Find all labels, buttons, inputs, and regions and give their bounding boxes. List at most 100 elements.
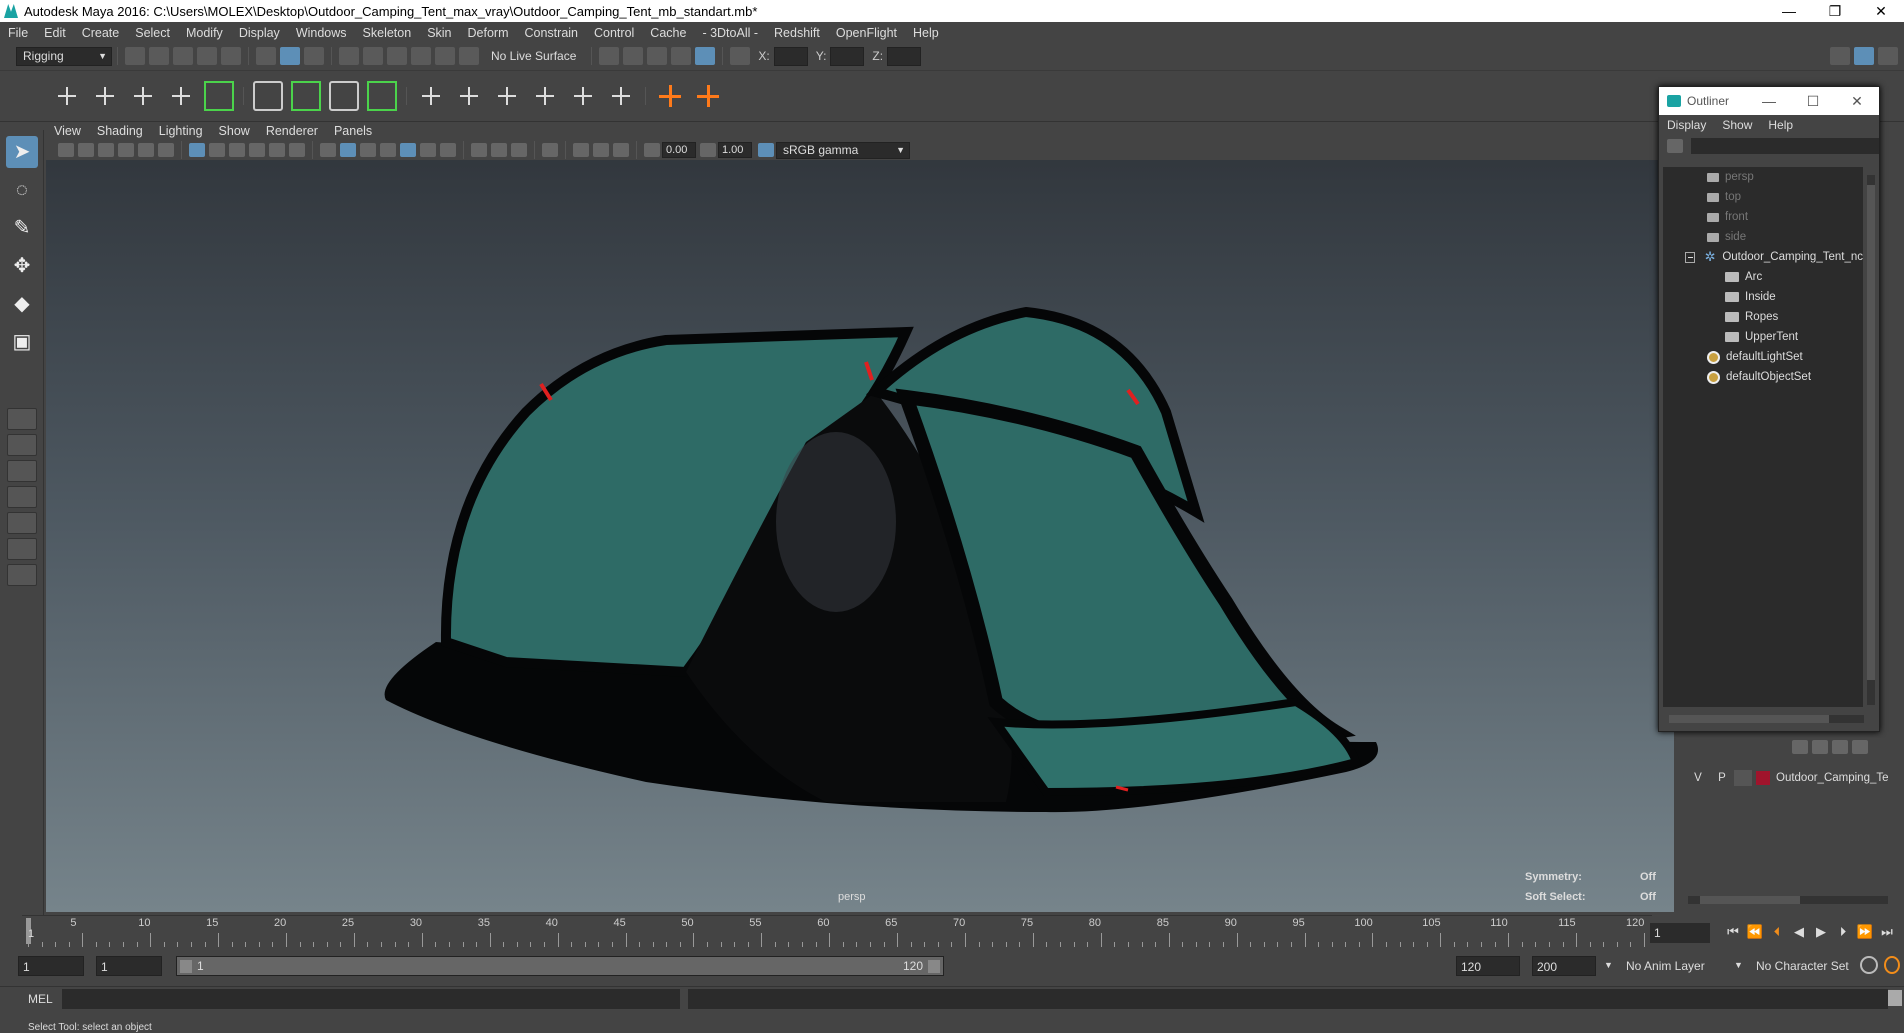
outliner-close-button[interactable]: ✕ (1835, 87, 1879, 115)
persp-outliner-button[interactable] (7, 486, 37, 508)
tool-settings-icon[interactable] (1878, 47, 1898, 65)
outliner-vscrollbar[interactable] (1867, 175, 1875, 705)
render-current-icon[interactable] (623, 47, 644, 65)
select-component-icon[interactable] (304, 47, 324, 65)
move-tool-button[interactable]: ✥ (6, 250, 38, 282)
save-scene-icon[interactable] (173, 47, 193, 65)
snap-curve-icon[interactable] (363, 47, 383, 65)
lattice-icon[interactable] (291, 81, 321, 111)
color-space-dropdown[interactable]: sRGB gamma ▼ (776, 141, 910, 159)
menu-select[interactable]: Select (127, 26, 178, 40)
vp-menu-shading[interactable]: Shading (89, 124, 151, 138)
joint-tool-icon[interactable] (52, 81, 82, 111)
motion-blur-icon[interactable] (491, 143, 507, 157)
menu-windows[interactable]: Windows (288, 26, 355, 40)
resolution-gate-icon[interactable] (209, 143, 225, 157)
insert-joint-icon[interactable] (166, 81, 196, 111)
outliner-maximize-button[interactable]: ☐ (1791, 87, 1835, 115)
snap-grid-icon[interactable] (339, 47, 359, 65)
modeling-toolkit-icon[interactable] (1830, 47, 1850, 65)
snap-point-icon[interactable] (387, 47, 407, 65)
layer-move-up-icon[interactable] (1792, 740, 1808, 754)
vp-menu-view[interactable]: View (46, 124, 89, 138)
preferences-icon[interactable] (1884, 956, 1900, 974)
time-slider[interactable]: 5 10 15 20 25 30 35 40 45 50 55 60 65 70 75 80 85 90 95 100… (22, 915, 1652, 947)
snap-surface-icon[interactable] (435, 47, 455, 65)
select-object-icon[interactable] (280, 47, 300, 65)
new-layer-icon[interactable] (1832, 740, 1848, 754)
new-layer-selected-icon[interactable] (1852, 740, 1868, 754)
z-field[interactable] (887, 46, 922, 66)
color-management-icon[interactable] (758, 143, 774, 157)
outliner-menu-display[interactable]: Display (1659, 118, 1714, 132)
list-item[interactable]: persp (1663, 167, 1863, 187)
live-surface-label[interactable]: No Live Surface (491, 49, 576, 63)
menu-constrain[interactable]: Constrain (517, 26, 587, 40)
restore-button[interactable]: ❐ (1812, 0, 1858, 22)
select-tool-button[interactable]: ➤ (6, 136, 38, 168)
film-gate-icon[interactable] (158, 143, 174, 157)
paint-select-button[interactable]: ✎ (6, 212, 38, 244)
layer-hscrollbar[interactable] (1688, 896, 1888, 904)
list-item[interactable]: defaultObjectSet (1663, 367, 1863, 387)
transform-mode-icon[interactable] (730, 47, 751, 65)
wire-icon[interactable] (367, 81, 397, 111)
smooth-shade-icon[interactable] (340, 143, 356, 157)
render-settings-icon[interactable] (671, 47, 692, 65)
list-item[interactable]: ✲ Outdoor_Camping_Tent_nc (1663, 247, 1863, 267)
exposure-field[interactable]: 0.00 (662, 142, 696, 158)
step-back-key-button[interactable]: ⏪ (1744, 921, 1766, 943)
mel-input[interactable] (62, 989, 680, 1009)
gate-mask-icon[interactable] (229, 143, 245, 157)
minimize-button[interactable]: — (1766, 0, 1812, 22)
attribute-editor-icon[interactable] (1854, 47, 1874, 65)
menu-set-dropdown[interactable]: Rigging ▼ (16, 46, 112, 66)
list-item[interactable]: defaultLightSet (1663, 347, 1863, 367)
list-item[interactable]: Inside (1663, 287, 1863, 307)
list-item[interactable]: front (1663, 207, 1863, 227)
antialias-icon[interactable] (511, 143, 527, 157)
four-view-button[interactable] (7, 434, 37, 456)
bookmark-icon[interactable] (98, 143, 114, 157)
range-slider[interactable]: 1 120 (176, 956, 944, 976)
new-scene-icon[interactable] (125, 47, 145, 65)
layer-move-down-icon[interactable] (1812, 740, 1828, 754)
vp-menu-lighting[interactable]: Lighting (151, 124, 211, 138)
isolate-icon[interactable] (542, 143, 558, 157)
gamma-field[interactable]: 1.00 (718, 142, 752, 158)
render-view-icon[interactable] (599, 47, 620, 65)
ipr-render-icon[interactable] (647, 47, 668, 65)
x-field[interactable] (773, 46, 808, 66)
hypershade-icon[interactable] (695, 47, 716, 65)
step-forward-key-button[interactable]: ⏩ (1854, 921, 1876, 943)
menu-skeleton[interactable]: Skeleton (355, 26, 420, 40)
tent-model[interactable] (46, 122, 1674, 912)
character-set-dropdown[interactable]: No Character Set (1752, 956, 1872, 976)
ambient-occlusion-icon[interactable] (471, 143, 487, 157)
camera-attr-icon[interactable] (78, 143, 94, 157)
playback-end-field[interactable]: 120 (1456, 956, 1520, 976)
menu-edit[interactable]: Edit (36, 26, 74, 40)
layer-playback-toggle[interactable]: P (1710, 772, 1734, 784)
list-item[interactable]: UpperTent (1663, 327, 1863, 347)
range-slider-start-handle[interactable] (180, 960, 192, 973)
close-button[interactable]: ✕ (1858, 0, 1904, 22)
safe-action-icon[interactable] (269, 143, 285, 157)
exposure-icon[interactable] (644, 143, 660, 157)
camera-icon[interactable] (58, 143, 74, 157)
animation-start-field[interactable]: 1 (18, 956, 84, 976)
lasso-tool-button[interactable]: ◌ (6, 174, 38, 206)
character-set-arrow-icon[interactable]: ▼ (1734, 960, 1743, 970)
xray-joints-icon[interactable] (573, 143, 589, 157)
wireframe-icon[interactable] (189, 143, 205, 157)
menu-redshift[interactable]: Redshift (766, 26, 828, 40)
menu-file[interactable]: File (0, 26, 36, 40)
redo-icon[interactable] (221, 47, 241, 65)
image-plane-icon[interactable] (118, 143, 134, 157)
textured-icon[interactable] (400, 143, 416, 157)
cluster-icon[interactable] (253, 81, 283, 111)
parent-constraint-icon[interactable] (568, 81, 598, 111)
gamma-icon[interactable] (700, 143, 716, 157)
menu-openflight[interactable]: OpenFlight (828, 26, 905, 40)
custom-layout-button[interactable] (7, 564, 37, 586)
